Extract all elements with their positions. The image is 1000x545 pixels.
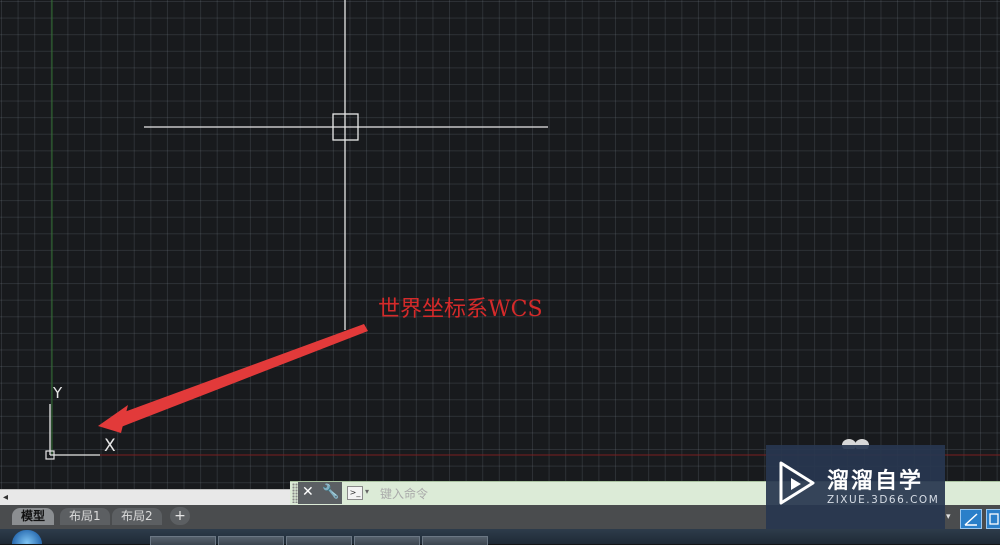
annotation-arrow-shaft <box>116 324 368 427</box>
ucs-y-label: Y <box>53 384 63 402</box>
scroll-left-icon[interactable]: ◂ <box>3 492 8 503</box>
wrench-icon[interactable]: 🔧 <box>322 484 339 500</box>
object-snap-icon <box>989 513 999 525</box>
command-prompt-icon[interactable]: >_ <box>347 486 363 500</box>
ucs-x-label: X <box>104 436 116 456</box>
add-layout-button[interactable]: + <box>170 507 190 525</box>
tab-layout1[interactable]: 布局1 <box>60 508 110 525</box>
tab-model[interactable]: 模型 <box>12 508 55 525</box>
drawing-canvas[interactable]: 世界坐标系WCS Y X <box>0 0 1000 489</box>
polar-tracking-icon <box>964 513 978 526</box>
tab-layout2[interactable]: 布局2 <box>112 508 162 525</box>
close-icon[interactable]: ✕ <box>302 484 314 500</box>
watermark-title: 溜溜自学 <box>827 469 924 494</box>
status-dropdown-icon[interactable]: ▾ <box>946 512 951 522</box>
play-icon <box>779 461 815 505</box>
annotation-label: 世界坐标系WCS <box>378 297 543 322</box>
status-tool-button-2[interactable] <box>986 509 1000 529</box>
annotation-arrow-head <box>98 405 128 433</box>
status-tool-button[interactable] <box>960 509 982 529</box>
watermark-subtitle: ZIXUE.3D66.COM <box>827 494 940 506</box>
canvas-graphics <box>45 0 1000 460</box>
command-input[interactable]: 键入命令 <box>380 485 428 502</box>
chevron-down-icon[interactable]: ▾ <box>365 487 369 496</box>
